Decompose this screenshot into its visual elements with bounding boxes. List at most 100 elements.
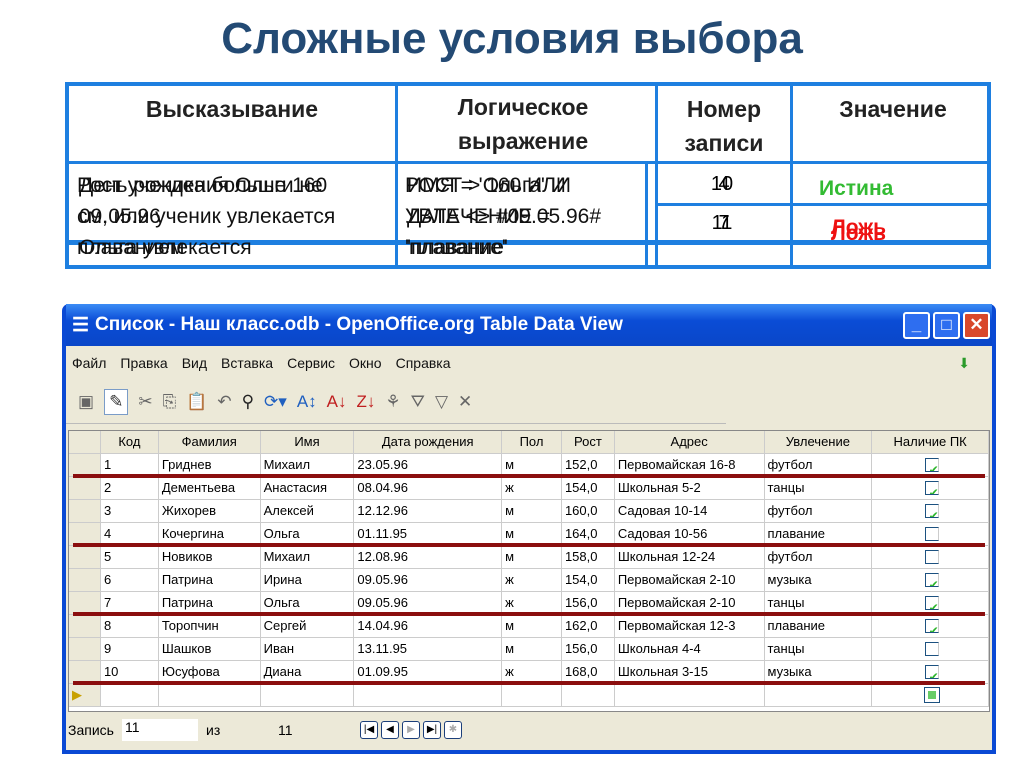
cell[interactable]: 23.05.96 [354, 454, 503, 476]
cell[interactable]: Школьная 3-15 [615, 661, 765, 683]
column-header[interactable]: Дата рождения [354, 431, 503, 453]
cell[interactable] [159, 684, 261, 706]
cell[interactable]: 10 [101, 661, 159, 683]
cell[interactable]: 154,0 [562, 569, 615, 591]
menu-view[interactable]: Вид [182, 355, 207, 371]
cell[interactable]: 9 [101, 638, 159, 660]
cell[interactable] [872, 684, 990, 706]
cell[interactable]: плавание [765, 523, 873, 545]
cell[interactable]: ✔ [872, 454, 990, 476]
cell[interactable]: Новиков [159, 546, 261, 568]
cell[interactable]: 3 [101, 500, 159, 522]
cell[interactable]: футбол [765, 546, 873, 568]
edit-icon[interactable]: ✎ [104, 388, 129, 415]
cell[interactable]: 08.04.96 [354, 477, 503, 499]
cell[interactable]: 156,0 [562, 638, 615, 660]
cell[interactable]: 152,0 [562, 454, 615, 476]
cell[interactable]: Школьная 4-4 [615, 638, 765, 660]
cell[interactable]: 13.11.95 [354, 638, 503, 660]
has-pc-checkbox[interactable]: ✔ [924, 481, 939, 495]
cell[interactable]: Первомайская 2-10 [615, 569, 765, 591]
cell[interactable]: 4 [101, 523, 159, 545]
cell[interactable] [101, 684, 159, 706]
cell[interactable]: Ольга [261, 592, 355, 614]
menu-window[interactable]: Окно [349, 355, 382, 371]
menu-edit[interactable]: Правка [120, 355, 167, 371]
cell[interactable]: ж [502, 569, 562, 591]
cell[interactable]: 154,0 [562, 477, 615, 499]
standard-filter-icon[interactable]: ▽ [435, 392, 448, 412]
first-record-button[interactable]: |◀ [360, 721, 378, 739]
cell[interactable]: музыка [765, 661, 873, 683]
cell[interactable]: ✔ [872, 615, 990, 637]
cell[interactable]: Торопчин [159, 615, 261, 637]
row-selector[interactable] [69, 615, 101, 637]
remove-filter-icon[interactable]: ✕ [458, 392, 472, 412]
cell[interactable]: 12.08.96 [354, 546, 503, 568]
menu-file[interactable]: Файл [72, 355, 106, 371]
cell[interactable]: ж [502, 661, 562, 683]
cell[interactable] [354, 684, 503, 706]
autofilter-icon[interactable]: ⚘ [385, 392, 400, 412]
column-header[interactable]: Наличие ПК [872, 431, 990, 453]
row-selector[interactable] [69, 477, 101, 499]
row-selector[interactable] [69, 661, 101, 683]
has-pc-checkbox[interactable] [924, 527, 939, 541]
minimize-button[interactable]: _ [903, 311, 930, 339]
cell[interactable]: 2 [101, 477, 159, 499]
cell[interactable]: 6 [101, 569, 159, 591]
cell[interactable]: 5 [101, 546, 159, 568]
cell[interactable]: Сергей [261, 615, 355, 637]
cell[interactable]: Первомайская 16-8 [615, 454, 765, 476]
cell[interactable]: ж [502, 592, 562, 614]
has-pc-checkbox[interactable] [924, 550, 939, 564]
copy-icon[interactable]: ⎘ [163, 392, 177, 412]
previous-record-button[interactable]: ◀ [381, 721, 399, 739]
cell[interactable]: м [502, 638, 562, 660]
menu-help[interactable]: Справка [396, 355, 451, 371]
sort-icon[interactable]: A↕ [297, 392, 317, 412]
has-pc-checkbox[interactable]: ✔ [924, 458, 939, 472]
cell[interactable]: танцы [765, 477, 873, 499]
has-pc-checkbox[interactable]: ✔ [924, 665, 939, 679]
cell[interactable]: ✔ [872, 592, 990, 614]
cell[interactable]: 14.04.96 [354, 615, 503, 637]
cell[interactable]: Гриднев [159, 454, 261, 476]
cell[interactable]: 164,0 [562, 523, 615, 545]
cell[interactable]: Дементьева [159, 477, 261, 499]
cell[interactable]: Диана [261, 661, 355, 683]
cell[interactable]: 01.11.95 [354, 523, 503, 545]
record-number-input[interactable]: 11 [122, 719, 198, 741]
row-selector[interactable] [69, 638, 101, 660]
cell[interactable]: 7 [101, 592, 159, 614]
cell[interactable] [872, 546, 990, 568]
cell[interactable]: 01.09.95 [354, 661, 503, 683]
cell[interactable] [872, 638, 990, 660]
has-pc-checkbox[interactable] [923, 687, 940, 703]
cell[interactable]: м [502, 500, 562, 522]
cell[interactable]: ✔ [872, 661, 990, 683]
cell[interactable] [872, 523, 990, 545]
paste-icon[interactable]: 📋 [186, 392, 207, 412]
cell[interactable]: 156,0 [562, 592, 615, 614]
cell[interactable]: Патрина [159, 569, 261, 591]
cell[interactable]: Ольга [261, 523, 355, 545]
next-record-button[interactable]: ▶ [402, 721, 420, 739]
row-selector[interactable] [69, 546, 101, 568]
cell[interactable] [615, 684, 765, 706]
cell[interactable]: 09.05.96 [354, 592, 503, 614]
cell[interactable]: Алексей [261, 500, 355, 522]
cell[interactable]: ж [502, 477, 562, 499]
cell[interactable] [562, 684, 615, 706]
find-icon[interactable]: ⚲ [242, 392, 254, 412]
cell[interactable]: Первомайская 12-3 [615, 615, 765, 637]
cell[interactable]: танцы [765, 638, 873, 660]
cell[interactable]: 8 [101, 615, 159, 637]
cut-icon[interactable]: ✂ [138, 392, 152, 412]
cell[interactable]: 09.05.96 [354, 569, 503, 591]
cell[interactable]: Юсуфова [159, 661, 261, 683]
has-pc-checkbox[interactable]: ✔ [924, 596, 939, 610]
cell[interactable]: Садовая 10-56 [615, 523, 765, 545]
menu-insert[interactable]: Вставка [221, 355, 273, 371]
download-icon[interactable]: ⬇ [958, 355, 970, 372]
